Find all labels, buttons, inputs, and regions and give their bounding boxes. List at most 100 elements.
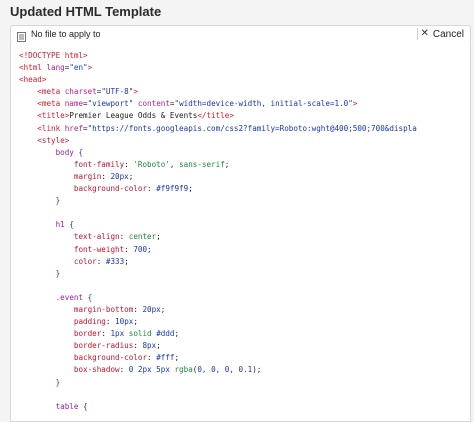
code-line: <head> bbox=[19, 74, 470, 86]
code-token: "https://fonts.googleapis.com/css2?famil… bbox=[87, 123, 417, 133]
code-token: Premier League Odds & Events bbox=[69, 111, 198, 121]
code-token: #f9f9f9 bbox=[156, 184, 189, 194]
code-line: text-align: center; bbox=[19, 231, 470, 243]
code-token: table bbox=[55, 401, 79, 411]
code-token: #333 bbox=[105, 256, 125, 266]
code-line: h1 { bbox=[19, 219, 470, 231]
code-token: sans-serif bbox=[179, 159, 225, 169]
code-line: border-radius: 8px; bbox=[19, 340, 470, 352]
code-token: ; bbox=[174, 353, 180, 363]
code-line: background-color: #fff; bbox=[19, 352, 470, 364]
code-token: 20px bbox=[142, 304, 161, 314]
code-token: : bbox=[147, 353, 157, 363]
code-token: { bbox=[69, 220, 74, 230]
code-token: <title> bbox=[37, 111, 70, 121]
code-token: font-family bbox=[73, 159, 125, 169]
code-line: <!DOCTYPE html> bbox=[19, 50, 470, 62]
code-token: margin-bottom bbox=[73, 304, 134, 314]
code-token: ; bbox=[224, 159, 230, 169]
code-token: <head> bbox=[19, 75, 47, 85]
code-token: : bbox=[124, 244, 134, 254]
code-token: 20px bbox=[110, 171, 129, 181]
code-token: lang bbox=[46, 63, 65, 73]
code-token: } bbox=[55, 377, 61, 387]
code-token: } bbox=[55, 196, 61, 206]
code-token: background-color bbox=[73, 353, 148, 363]
code-token: ; bbox=[124, 256, 129, 266]
code-token: "UTF-8" bbox=[101, 87, 134, 97]
code-token: content bbox=[137, 99, 170, 109]
code-token: ; bbox=[147, 244, 152, 254]
code-line: <meta name="viewport" content="width=dev… bbox=[19, 98, 470, 110]
code-token: ; bbox=[188, 184, 193, 194]
code-token: <html bbox=[19, 63, 47, 73]
code-token: } bbox=[55, 268, 61, 278]
code-token: 700 bbox=[133, 244, 148, 254]
window-title: Updated HTML Template bbox=[10, 4, 162, 19]
code-token: ; bbox=[174, 329, 180, 339]
code-token: name bbox=[64, 99, 84, 109]
code-token: h1 bbox=[55, 220, 65, 230]
code-line: ​ bbox=[19, 207, 470, 219]
code-block: <!DOCTYPE html> <html lang="en"> <head> <m… bbox=[19, 50, 470, 413]
code-line: <html lang="en"> bbox=[19, 62, 470, 74]
code-token: solid bbox=[128, 329, 152, 339]
code-token: box-shadow bbox=[73, 365, 120, 375]
code-token: <meta bbox=[37, 99, 65, 109]
code-line: table { bbox=[19, 401, 470, 413]
code-token: text-align bbox=[73, 232, 120, 242]
code-token: 10px bbox=[115, 317, 134, 327]
code-line: color: #333; bbox=[19, 256, 470, 268]
code-line: <title>Premier League Odds & Events</tit… bbox=[19, 110, 470, 122]
code-token: href bbox=[64, 123, 84, 133]
code-editor[interactable]: <!DOCTYPE html> <html lang="en"> <head> <m… bbox=[10, 42, 471, 422]
code-token: , bbox=[169, 159, 180, 169]
code-line: padding: 10px; bbox=[19, 316, 470, 328]
code-token: ; bbox=[160, 304, 166, 314]
close-icon: ✕ bbox=[420, 28, 429, 39]
code-token: #fff bbox=[156, 353, 175, 363]
code-token: > bbox=[352, 99, 358, 109]
code-token: background-color bbox=[73, 184, 148, 194]
code-line: } bbox=[19, 377, 470, 389]
code-token: font-weight bbox=[73, 244, 125, 254]
code-line: ​ bbox=[19, 389, 470, 401]
code-token: </title> bbox=[197, 111, 234, 121]
code-token: { bbox=[87, 292, 93, 302]
code-token: ; bbox=[133, 317, 138, 327]
code-line: } bbox=[19, 195, 470, 207]
code-token: border bbox=[73, 329, 102, 339]
code-line: font-weight: 700; bbox=[19, 244, 470, 256]
code-token: charset bbox=[64, 87, 97, 97]
code-token: { bbox=[83, 401, 88, 411]
code-line: margin: 20px; bbox=[19, 171, 470, 183]
code-token: #ddd bbox=[156, 329, 175, 339]
code-token: 8px bbox=[142, 341, 157, 351]
code-token: 0, 0, 0, 0.1 bbox=[197, 365, 253, 375]
code-token: > bbox=[87, 63, 93, 73]
code-token: ; bbox=[128, 171, 134, 181]
code-token: : bbox=[119, 365, 129, 375]
code-token: 0 2px 5px bbox=[128, 365, 170, 375]
code-token: "viewport" bbox=[87, 99, 134, 109]
code-token: 1px bbox=[110, 329, 125, 339]
cancel-button[interactable]: ✕ Cancel bbox=[420, 27, 464, 41]
code-token: <meta bbox=[37, 87, 65, 97]
